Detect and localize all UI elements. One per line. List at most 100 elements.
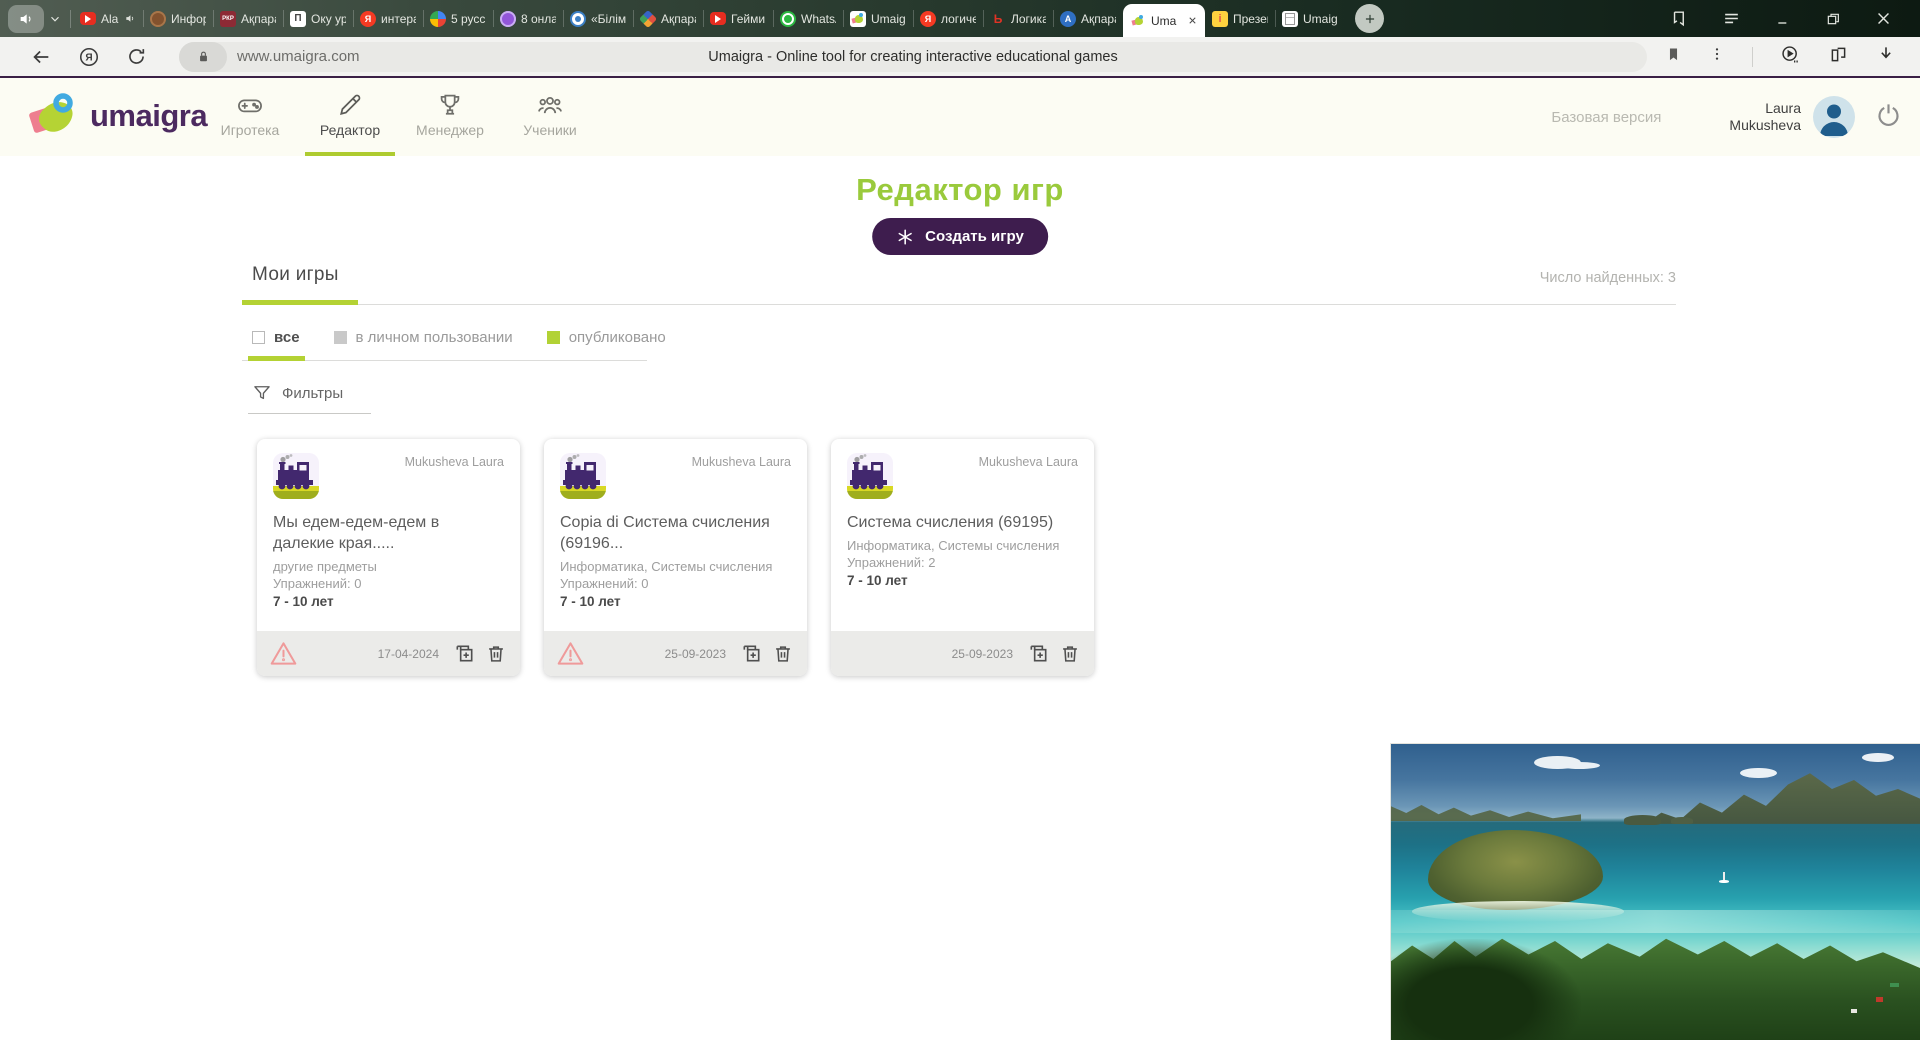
tab-oku[interactable]: П Оку ур <box>283 0 353 37</box>
menu-icon[interactable] <box>1722 9 1741 28</box>
card-footer: 25-09-2023 <box>544 631 807 676</box>
game-thumbnail-train <box>847 453 893 499</box>
version-label: Базовая версия <box>1551 108 1662 126</box>
duplicate-button[interactable] <box>1027 642 1050 665</box>
card-author: Mukusheva Laura <box>404 455 504 469</box>
tab-geimi[interactable]: Гейми <box>703 0 773 37</box>
filter-private[interactable]: в личном пользовании <box>333 329 513 346</box>
tab-infor[interactable]: Инфор <box>143 0 213 37</box>
back-button[interactable] <box>30 46 52 68</box>
tab-logika[interactable]: Ь Логика <box>983 0 1053 37</box>
warning-icon <box>557 642 584 665</box>
umaigra-logo[interactable]: umaigra <box>28 93 208 139</box>
tab-umaigra-1[interactable]: Umaigr <box>843 0 913 37</box>
bookmark-icon[interactable] <box>1665 46 1682 68</box>
delete-button[interactable] <box>485 643 507 665</box>
nav-redaktor[interactable]: Редактор <box>300 78 400 156</box>
umaigra-logo-icon <box>29 93 73 133</box>
card-author: Mukusheva Laura <box>978 455 1078 469</box>
card-footer: 17-04-2024 <box>257 631 520 676</box>
tab-8onla[interactable]: 8 онла <box>493 0 563 37</box>
gray-square-icon[interactable] <box>333 331 347 344</box>
card-title[interactable]: Copia di Система счисления (69196... <box>560 512 791 554</box>
tab-youtube-alan[interactable]: Alan <box>73 0 143 37</box>
delete-button[interactable] <box>1059 643 1081 665</box>
minimize-icon[interactable] <box>1775 11 1791 27</box>
game-card[interactable]: Mukusheva Laura Copia di Система счислен… <box>544 439 807 676</box>
filter-label: все <box>274 329 300 346</box>
tab-label: «Білім <box>591 11 626 26</box>
tab-label: Alan <box>101 11 119 26</box>
filter-label: в личном пользовании <box>355 329 513 346</box>
game-card[interactable]: Mukusheva Laura Мы едем-едем-едем в дале… <box>257 439 520 676</box>
nav-igroteka[interactable]: Игротека <box>200 78 300 156</box>
tab-bilim[interactable]: «Білім <box>563 0 633 37</box>
yandex-services-icon[interactable]: Я <box>78 46 100 68</box>
logout-button[interactable] <box>1875 101 1902 133</box>
side-panel-icon[interactable] <box>1669 9 1688 28</box>
tab-prezen[interactable]: i Презен <box>1205 0 1275 37</box>
user-name: Laura Mukusheva <box>1729 100 1801 134</box>
tab-label: Презен <box>1233 11 1268 26</box>
tab-label: 8 онла <box>521 11 556 26</box>
filter-published[interactable]: опубликовано <box>546 329 666 346</box>
tab-akpara-blue[interactable]: А Ақпара <box>1053 0 1123 37</box>
main-navigation: Игротека Редактор Менеджер Ученики <box>200 78 600 156</box>
video-player-icon[interactable] <box>1780 44 1801 70</box>
checkbox-unchecked-icon[interactable] <box>252 331 265 344</box>
trophy-icon <box>440 94 460 115</box>
tab-5russ[interactable]: 5 русс <box>423 0 493 37</box>
new-tab-button[interactable] <box>1355 4 1384 33</box>
nav-ucheniki[interactable]: Ученики <box>500 78 600 156</box>
card-subject: другие предметы <box>273 559 377 574</box>
tab-intera[interactable]: Я интера <box>353 0 423 37</box>
tab-akpara-diamond[interactable]: Ақпара <box>633 0 703 37</box>
close-window-icon[interactable] <box>1875 10 1892 27</box>
nav-menedzher[interactable]: Менеджер <box>400 78 500 156</box>
create-game-button[interactable]: Создать игру <box>872 218 1048 255</box>
avatar-person-icon <box>1820 104 1848 136</box>
tab-umaigra-doc[interactable]: Umaigr <box>1275 0 1345 37</box>
tab-label: 5 русс <box>451 11 486 26</box>
avatar[interactable] <box>1813 96 1855 138</box>
tab-whatsapp[interactable]: WhatsA <box>773 0 843 37</box>
close-tab-icon[interactable] <box>1187 15 1198 26</box>
delete-button[interactable] <box>772 643 794 665</box>
village-roof <box>1850 1009 1857 1014</box>
duplicate-button[interactable] <box>740 642 763 665</box>
purple-circle-icon <box>500 10 516 27</box>
downloads-icon[interactable] <box>1876 44 1896 69</box>
tab-my-games[interactable]: Мои игры <box>242 264 339 286</box>
address-input[interactable]: www.umaigra.com Umaigra - Online tool fo… <box>179 41 1647 72</box>
reload-button[interactable] <box>126 46 147 67</box>
divider <box>1752 46 1753 67</box>
filters-underline <box>242 356 647 361</box>
pip-video-island[interactable] <box>1390 743 1920 1040</box>
card-title[interactable]: Система счисления (69195) <box>847 512 1078 533</box>
tab-logiche[interactable]: Я логиче <box>913 0 983 37</box>
tab-label: Оку ур <box>311 11 346 26</box>
tab-label: Uma <box>1151 13 1177 28</box>
card-subject: Информатика, Системы счисления <box>560 559 773 574</box>
tab-akpara-pkp[interactable]: РКР Ақпара <box>213 0 283 37</box>
filter-all[interactable]: все <box>252 329 300 346</box>
card-title[interactable]: Мы едем-едем-едем в далекие края..... <box>273 512 504 554</box>
sailboat <box>1718 872 1729 884</box>
mute-all-button[interactable] <box>8 4 44 33</box>
tab-audio-icon[interactable] <box>124 13 136 24</box>
tab-umaigra-active[interactable]: Uma <box>1123 4 1205 37</box>
diamond-icon <box>638 9 658 28</box>
maximize-icon[interactable] <box>1825 11 1841 27</box>
cloud <box>1861 752 1894 762</box>
four-color-icon <box>430 10 446 27</box>
more-options-icon[interactable] <box>1709 46 1725 67</box>
tab-label: Инфор <box>171 11 206 26</box>
green-square-icon[interactable] <box>546 331 560 344</box>
collections-icon[interactable] <box>1828 44 1849 70</box>
duplicate-button[interactable] <box>453 642 476 665</box>
filters-button[interactable]: Фильтры <box>248 383 372 414</box>
game-card[interactable]: Mukusheva Laura Система счисления (69195… <box>831 439 1094 676</box>
game-thumbnail-train <box>273 453 319 499</box>
pencil-icon <box>340 94 361 115</box>
chevron-down-icon[interactable] <box>48 12 62 26</box>
